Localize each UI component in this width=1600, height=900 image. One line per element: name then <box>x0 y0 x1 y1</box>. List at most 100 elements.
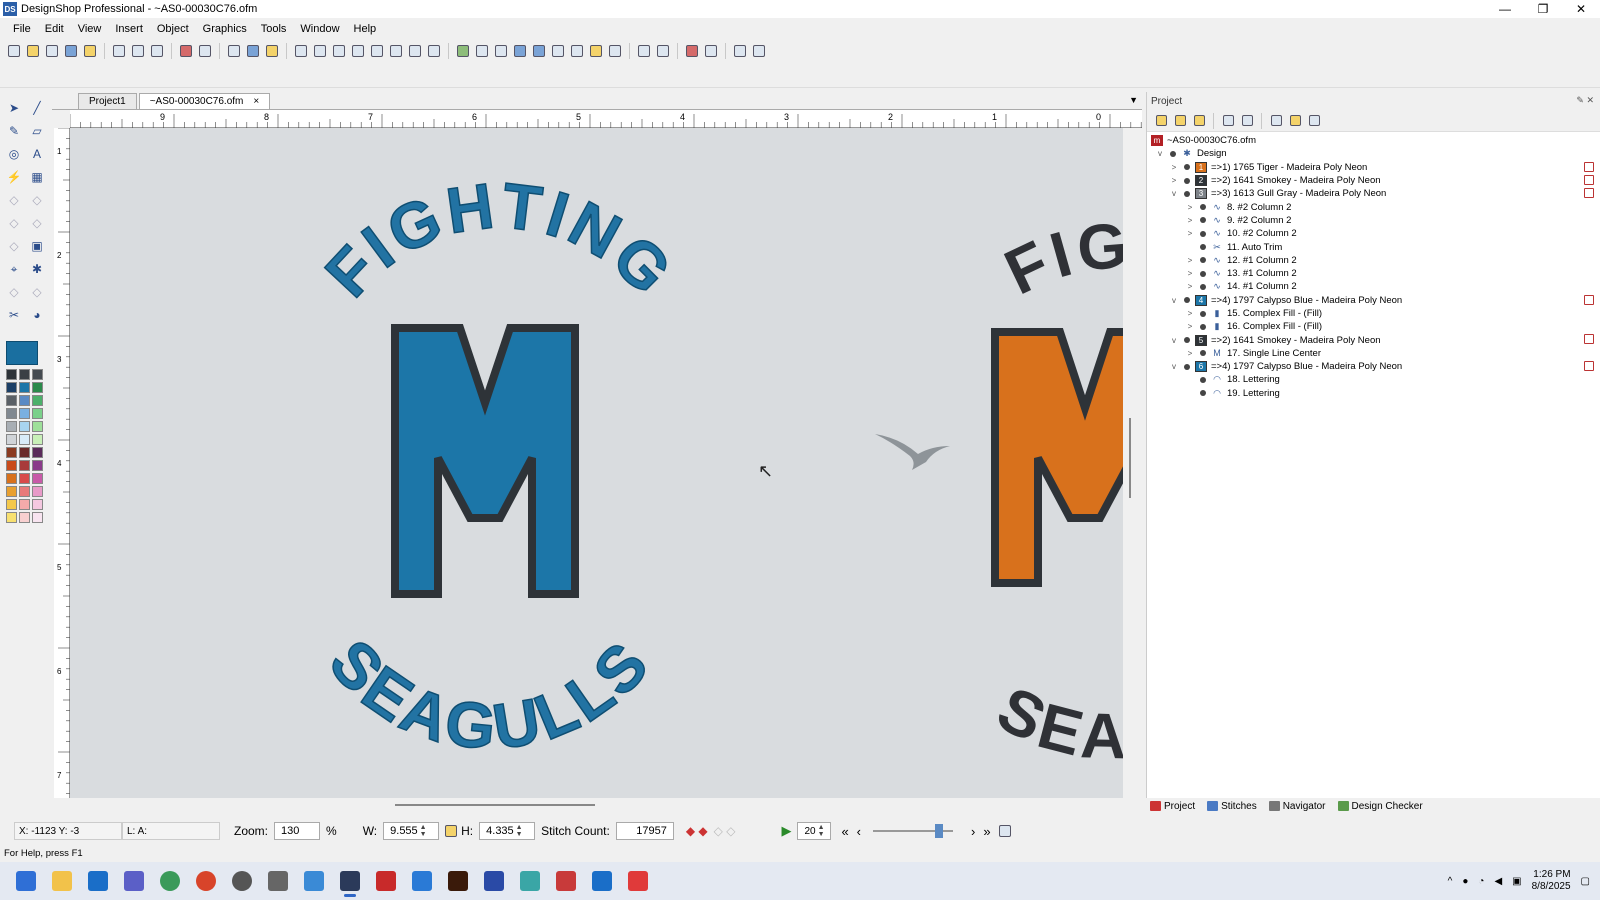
expand-icon[interactable] <box>1287 113 1303 129</box>
color-swatch[interactable] <box>6 486 17 497</box>
microphone-icon[interactable]: ● <box>1462 876 1468 887</box>
color-swatch[interactable] <box>6 512 17 523</box>
visibility-icon[interactable] <box>1184 337 1190 344</box>
trim-tool-icon[interactable]: ✂ <box>4 305 24 325</box>
tab-design-file[interactable]: ~AS0-00030C76.ofm × <box>138 93 271 109</box>
print-icon[interactable] <box>245 43 261 59</box>
lock-ratio-icon[interactable] <box>443 823 459 839</box>
color-swatch[interactable] <box>32 421 43 432</box>
menu-edit[interactable]: Edit <box>38 23 71 35</box>
visibility-icon[interactable] <box>1200 270 1206 277</box>
zoom-fit-icon[interactable] <box>350 43 366 59</box>
width-stepper[interactable]: ▲ ▼ <box>420 824 427 838</box>
menu-file[interactable]: File <box>6 23 38 35</box>
app-icon[interactable] <box>584 863 620 899</box>
visibility-icon[interactable] <box>1200 310 1206 317</box>
color-swatch[interactable] <box>19 382 30 393</box>
color-swatch[interactable] <box>6 447 17 458</box>
color-swatch[interactable] <box>6 369 17 380</box>
color-swatch[interactable] <box>32 486 43 497</box>
zoom-in-icon[interactable] <box>312 43 328 59</box>
sequence-icon[interactable] <box>1220 113 1236 129</box>
flag-icon[interactable] <box>1584 174 1594 185</box>
color-swatch[interactable] <box>19 369 30 380</box>
file-explorer-icon[interactable] <box>44 863 80 899</box>
tree-row[interactable]: > ∿ 14. #1 Column 2 <box>1147 280 1600 293</box>
color-swatch[interactable] <box>32 369 43 380</box>
tab-project[interactable]: Project <box>1150 801 1195 812</box>
menu-window[interactable]: Window <box>293 23 346 35</box>
mirror-icon[interactable] <box>732 43 748 59</box>
save-icon[interactable] <box>63 43 79 59</box>
chevron-right-icon[interactable]: > <box>1185 309 1195 318</box>
visibility-icon[interactable] <box>1200 230 1206 237</box>
group-icon[interactable] <box>1191 113 1207 129</box>
menu-object[interactable]: Object <box>150 23 196 35</box>
width-input[interactable]: 9.555 ▲ ▼ <box>383 822 440 840</box>
notepad-icon[interactable] <box>296 863 332 899</box>
rotate-icon[interactable] <box>751 43 767 59</box>
color-swatch[interactable] <box>19 434 30 445</box>
volume-icon[interactable]: ◀ <box>1494 876 1502 887</box>
visibility-icon[interactable] <box>1184 297 1190 304</box>
visibility-icon[interactable] <box>1184 363 1190 370</box>
menu-view[interactable]: View <box>71 23 109 35</box>
save-all-icon[interactable] <box>82 43 98 59</box>
illustrator-icon[interactable] <box>440 863 476 899</box>
zoom-next-icon[interactable] <box>407 43 423 59</box>
chevron-down-icon[interactable]: v <box>1169 296 1179 305</box>
horizontal-scrollbar[interactable] <box>70 798 1123 812</box>
chevron-right-icon[interactable]: > <box>1185 229 1195 238</box>
menu-tools[interactable]: Tools <box>254 23 294 35</box>
wifi-icon[interactable]: ◔ <box>1478 876 1484 887</box>
distribute-icon[interactable] <box>655 43 671 59</box>
chevron-right-icon[interactable]: > <box>1169 163 1179 172</box>
open-folder-icon[interactable] <box>25 43 41 59</box>
color-swatch[interactable] <box>32 408 43 419</box>
chevron-down-icon[interactable]: v <box>1169 336 1179 345</box>
align-icon[interactable] <box>636 43 652 59</box>
app-icon[interactable] <box>476 863 512 899</box>
close-button[interactable]: ✕ <box>1562 0 1600 18</box>
flag-icon[interactable] <box>1584 334 1594 345</box>
minimize-button[interactable]: — <box>1486 0 1524 18</box>
fill-tool-icon[interactable]: ▦ <box>27 167 47 187</box>
height-input[interactable]: 4.335 ▲ ▼ <box>479 822 536 840</box>
chrome-icon[interactable] <box>188 863 224 899</box>
color-swatch[interactable] <box>6 395 17 406</box>
color-swatch[interactable] <box>32 499 43 510</box>
slider-thumb[interactable] <box>935 824 944 838</box>
new-icon[interactable] <box>6 43 22 59</box>
color-swatch[interactable] <box>19 408 30 419</box>
tab-project1[interactable]: Project1 <box>78 93 137 109</box>
color-swatch[interactable] <box>6 434 17 445</box>
help-icon[interactable] <box>264 43 280 59</box>
chevron-up-icon[interactable]: ^ <box>1448 876 1453 887</box>
break-apart-icon[interactable] <box>684 43 700 59</box>
tree-row[interactable]: v 4 =>4) 1797 Calypso Blue - Madeira Poly … <box>1147 294 1600 307</box>
tree-row[interactable]: v 6 =>4) 1797 Calypso Blue - Madeira Poly … <box>1147 360 1600 373</box>
redo-icon[interactable] <box>197 43 213 59</box>
eraser-icon[interactable]: ▱ <box>27 121 47 141</box>
color-swatch[interactable] <box>19 447 30 458</box>
stitch-slider[interactable] <box>873 824 954 838</box>
chevron-right-icon[interactable]: > <box>1185 216 1195 225</box>
color-swatch[interactable] <box>19 473 30 484</box>
chevron-right-icon[interactable]: > <box>1185 282 1195 291</box>
edit-points-icon[interactable]: ✎ <box>4 121 24 141</box>
visibility-icon[interactable] <box>1200 204 1206 211</box>
settings-app-icon[interactable] <box>224 863 260 899</box>
app-icon[interactable] <box>548 863 584 899</box>
chevron-down-icon[interactable]: v <box>1169 189 1179 198</box>
tree-row[interactable]: >2 =>2) 1641 Smokey - Madeira Poly Neon <box>1147 174 1600 187</box>
measure-icon[interactable] <box>455 43 471 59</box>
grid-icon[interactable] <box>493 43 509 59</box>
node-tool-icon[interactable]: ⌖ <box>4 259 24 279</box>
color-swatch[interactable] <box>6 499 17 510</box>
chevron-right-icon[interactable]: > <box>1185 349 1195 358</box>
chevron-right-icon[interactable]: > <box>1169 176 1179 185</box>
fast-forward-icon[interactable]: » <box>983 824 990 839</box>
view-stitches-icon[interactable] <box>512 43 528 59</box>
tree-row[interactable]: > ▮ 15. Complex Fill - (Fill) <box>1147 307 1600 320</box>
tab-navigator[interactable]: Navigator <box>1268 801 1326 812</box>
